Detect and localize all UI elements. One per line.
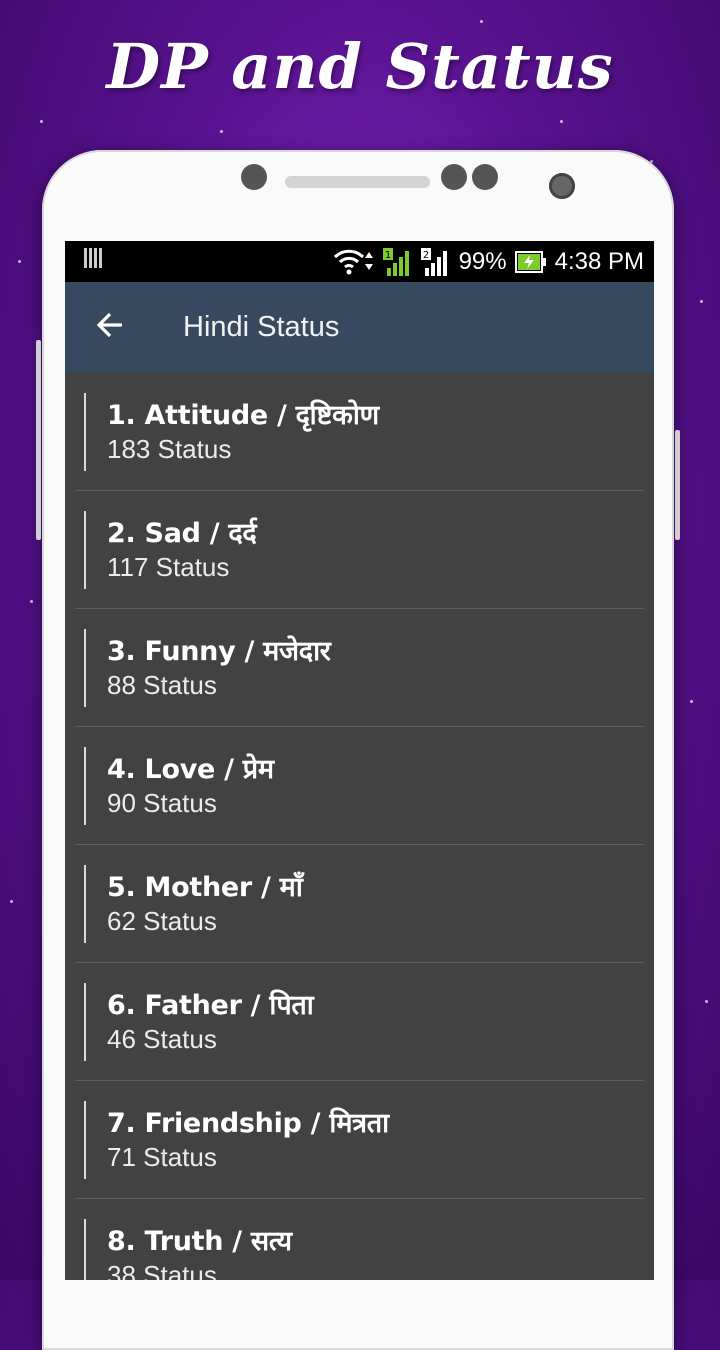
list-item[interactable]: 4. Love / प्रेम 90 Status bbox=[75, 727, 644, 845]
back-button[interactable] bbox=[65, 312, 155, 343]
phone-side-button bbox=[36, 340, 41, 540]
category-title: 4. Love / प्रेम bbox=[107, 754, 274, 785]
status-count: 62 Status bbox=[107, 906, 217, 936]
item-divider-bar bbox=[84, 1101, 86, 1179]
item-divider-bar bbox=[84, 511, 86, 589]
list-item[interactable]: 2. Sad / दर्द 117 Status bbox=[75, 491, 644, 609]
status-count: 46 Status bbox=[107, 1024, 217, 1054]
item-divider-bar bbox=[84, 865, 86, 943]
signal-sim1-icon: 1 bbox=[382, 247, 413, 276]
phone-camera bbox=[549, 173, 575, 199]
phone-speaker bbox=[285, 176, 430, 188]
arrow-left-icon bbox=[96, 312, 124, 343]
promo-title: DP and Status bbox=[106, 30, 614, 103]
app-bar: Hindi Status bbox=[65, 282, 654, 373]
list-item[interactable]: 6. Father / पिता 46 Status bbox=[75, 963, 644, 1081]
category-title: 3. Funny / मजेदार bbox=[107, 636, 331, 667]
status-count: 183 Status bbox=[107, 434, 232, 464]
item-divider-bar bbox=[84, 747, 86, 825]
notification-icon bbox=[83, 246, 103, 277]
svg-text:2: 2 bbox=[422, 250, 428, 261]
page-title: Hindi Status bbox=[183, 311, 340, 343]
list-item[interactable]: 7. Friendship / मित्रता 71 Status bbox=[75, 1081, 644, 1199]
phone-sensor bbox=[472, 164, 498, 190]
status-count: 117 Status bbox=[107, 552, 230, 582]
category-title: 5. Mother / माँ bbox=[107, 872, 303, 903]
clock: 4:38 PM bbox=[554, 247, 644, 275]
category-title: 6. Father / पिता bbox=[107, 990, 314, 1021]
list-item[interactable]: 8. Truth / सत्य 38 Status bbox=[75, 1199, 644, 1280]
item-divider-bar bbox=[84, 1219, 86, 1280]
item-divider-bar bbox=[84, 629, 86, 707]
list-item[interactable]: 3. Funny / मजेदार 88 Status bbox=[75, 609, 644, 727]
category-title: 8. Truth / सत्य bbox=[107, 1226, 292, 1257]
status-bar: 1 2 99% 4:38 PM bbox=[65, 241, 654, 282]
category-list: 1. Attitude / दृष्टिकोण 183 Status 2. Sa… bbox=[65, 373, 654, 1280]
status-count: 71 Status bbox=[107, 1142, 217, 1172]
wifi-icon bbox=[333, 248, 375, 276]
svg-text:1: 1 bbox=[384, 250, 390, 261]
status-count: 90 Status bbox=[107, 788, 217, 818]
signal-sim2-icon: 2 bbox=[420, 247, 451, 276]
battery-percent: 99% bbox=[458, 247, 507, 275]
item-divider-bar bbox=[84, 393, 86, 471]
list-item[interactable]: 1. Attitude / दृष्टिकोण 183 Status bbox=[75, 373, 644, 491]
phone-sensor bbox=[441, 164, 467, 190]
status-count: 88 Status bbox=[107, 670, 217, 700]
item-divider-bar bbox=[84, 983, 86, 1061]
phone-screen: 1 2 99% 4:38 PM Hindi Status 1. Attitude… bbox=[65, 241, 654, 1280]
status-count: 38 Status bbox=[107, 1260, 217, 1280]
category-title: 1. Attitude / दृष्टिकोण bbox=[107, 400, 379, 431]
phone-side-button bbox=[675, 430, 680, 540]
category-title: 7. Friendship / मित्रता bbox=[107, 1108, 389, 1139]
category-title: 2. Sad / दर्द bbox=[107, 518, 257, 549]
list-item[interactable]: 5. Mother / माँ 62 Status bbox=[75, 845, 644, 963]
battery-charging-icon bbox=[514, 250, 547, 273]
phone-sensor bbox=[241, 164, 267, 190]
